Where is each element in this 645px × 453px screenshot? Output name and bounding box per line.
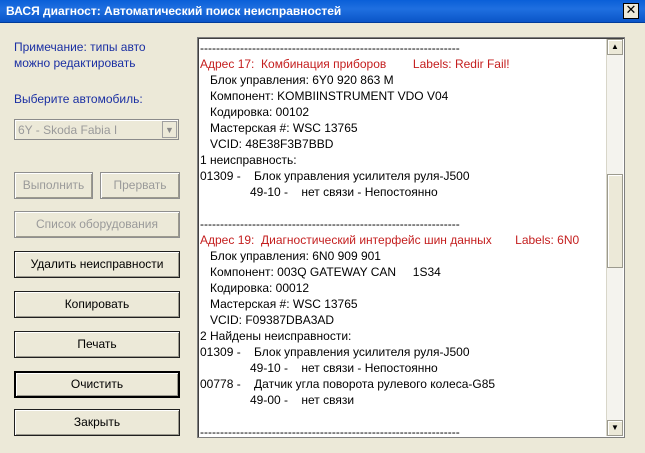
log-line: Мастерская #: WSC 13765 xyxy=(200,121,358,135)
log-line: 49-00 - нет связи xyxy=(200,393,355,407)
abort-button[interactable]: Прервать xyxy=(100,172,180,199)
log-line: Адрес 19: Диагностический интерфейс шин … xyxy=(200,233,580,247)
equipment-list-button[interactable]: Список оборудования xyxy=(14,211,180,238)
log-line: ----------------------------------------… xyxy=(200,217,460,231)
log-line: Кодировка: 00102 xyxy=(200,105,310,119)
log-line: VCID: F09387DBA3AD xyxy=(200,313,335,327)
log-scrollbar[interactable]: ▲ ▼ xyxy=(606,39,623,436)
log-line: Кодировка: 00012 xyxy=(200,281,310,295)
scroll-up-arrow-icon[interactable]: ▲ xyxy=(607,39,623,55)
car-select-value: 6Y - Skoda Fabia I xyxy=(18,123,118,137)
log-line: 49-10 - нет связи - Непостоянно xyxy=(200,185,438,199)
log-line: 2 Найдены неисправности: xyxy=(200,329,352,343)
log-line: 1 неисправность: xyxy=(200,153,297,167)
close-window-button[interactable]: ✕ xyxy=(623,3,639,19)
select-car-label: Выберите автомобиль: xyxy=(14,92,143,106)
log-line: Компонент: KOMBIINSTRUMENT VDO V04 xyxy=(200,89,449,103)
diagnostic-log[interactable]: ----------------------------------------… xyxy=(197,37,625,438)
log-line: Блок управления: 6N0 909 901 xyxy=(200,249,381,263)
scroll-thumb[interactable] xyxy=(607,174,623,269)
log-line: 49-10 - нет связи - Непостоянно xyxy=(200,361,438,375)
print-button[interactable]: Печать xyxy=(14,331,180,358)
log-line: VCID: 48E38F3B7BBD xyxy=(200,137,334,151)
log-line: 01309 - Блок управления усилителя руля-J… xyxy=(200,345,470,359)
note-line-2: можно редактировать xyxy=(14,56,136,70)
scroll-down-arrow-icon[interactable]: ▼ xyxy=(607,420,623,436)
edit-note: Примечание: типы авто можно редактироват… xyxy=(14,39,146,71)
copy-button[interactable]: Копировать xyxy=(14,291,180,318)
car-select[interactable]: 6Y - Skoda Fabia I ▼ xyxy=(14,119,179,140)
close-button[interactable]: Закрыть xyxy=(14,409,180,436)
log-line: Блок управления: 6Y0 920 863 M xyxy=(200,73,394,87)
log-line: ----------------------------------------… xyxy=(200,425,460,435)
log-line: 01309 - Блок управления усилителя руля-J… xyxy=(200,169,470,183)
log-text: ----------------------------------------… xyxy=(200,40,608,435)
delete-faults-button[interactable]: Удалить неисправности xyxy=(14,251,180,278)
log-line: ----------------------------------------… xyxy=(200,41,460,55)
clear-button[interactable]: Очистить xyxy=(14,371,180,398)
execute-button[interactable]: Выполнить xyxy=(14,172,93,199)
close-icon: ✕ xyxy=(625,3,637,18)
note-line-1: Примечание: типы авто xyxy=(14,40,146,54)
log-line: Компонент: 003Q GATEWAY CAN 1S34 xyxy=(200,265,441,279)
log-line: Мастерская #: WSC 13765 xyxy=(200,297,358,311)
log-line: 00778 - Датчик угла поворота рулевого ко… xyxy=(200,377,496,391)
window-title: ВАСЯ диагност: Автоматический поиск неис… xyxy=(6,4,342,18)
title-bar[interactable]: ВАСЯ диагност: Автоматический поиск неис… xyxy=(0,0,645,23)
chevron-down-icon[interactable]: ▼ xyxy=(162,121,177,138)
log-line: Адрес 17: Комбинация приборов Labels: Re… xyxy=(200,57,510,71)
